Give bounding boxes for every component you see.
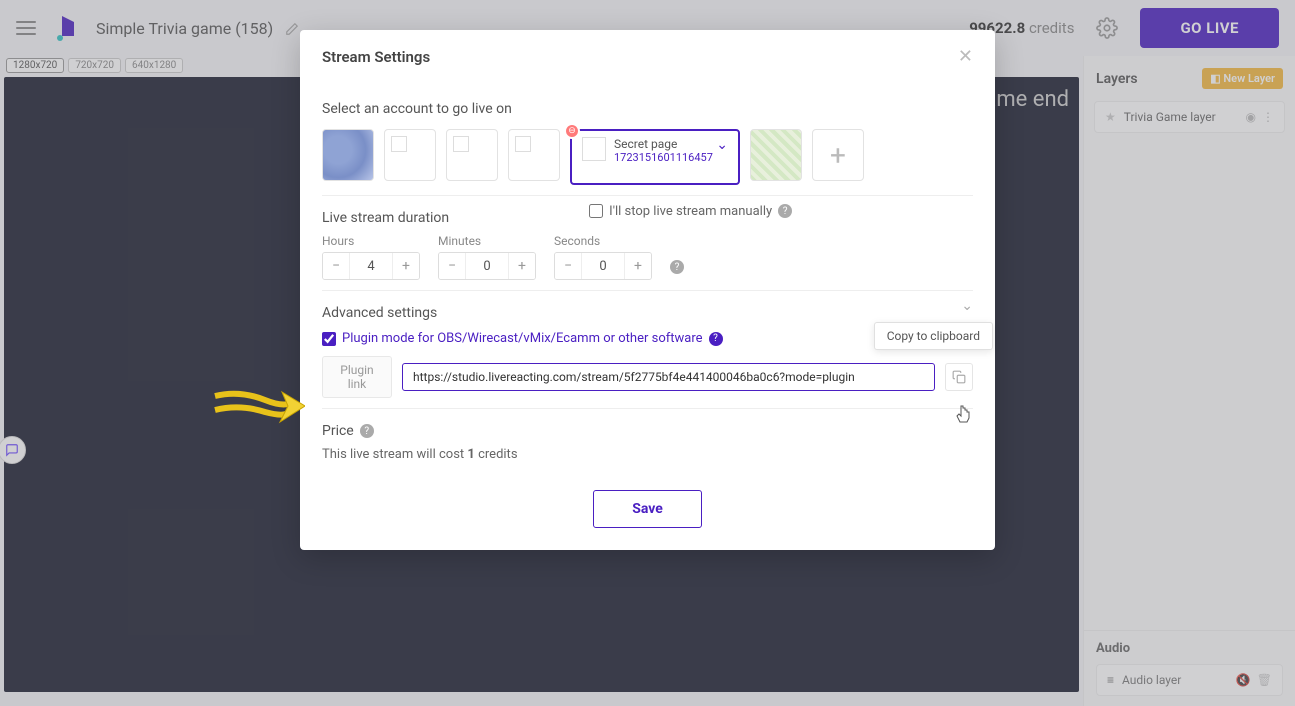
price-pre: This live stream will cost — [322, 447, 467, 462]
seconds-label: Seconds — [554, 234, 652, 248]
plugin-mode-label[interactable]: Plugin mode for OBS/Wirecast/vMix/Ecamm … — [342, 331, 703, 346]
manual-stop-label: I'll stop live stream manually — [609, 204, 772, 219]
help-icon[interactable]: ? — [709, 332, 723, 346]
decrement-button[interactable]: − — [323, 253, 349, 279]
copy-link-button[interactable] — [945, 363, 973, 391]
decrement-button[interactable]: − — [439, 253, 465, 279]
chevron-down-icon[interactable]: ⌄ — [716, 137, 728, 153]
increment-button[interactable]: + — [509, 253, 535, 279]
accounts-label: Select an account to go live on — [322, 101, 973, 117]
seconds-input[interactable] — [581, 253, 625, 279]
account-option[interactable] — [384, 129, 436, 181]
help-icon[interactable]: ? — [778, 204, 792, 218]
increment-button[interactable]: + — [393, 253, 419, 279]
duration-label: Live stream duration — [322, 210, 449, 226]
account-selected[interactable]: ⊖ Secret page 1723151601116457 ⌄ — [570, 129, 740, 185]
advanced-toggle[interactable]: Advanced settings ⌄ — [322, 291, 973, 321]
manual-stop-input[interactable] — [589, 204, 603, 218]
increment-button[interactable]: + — [625, 253, 651, 279]
price-cost: 1 — [467, 447, 474, 462]
add-account-button[interactable]: + — [812, 129, 864, 181]
minutes-stepper[interactable]: − + — [438, 252, 536, 280]
account-id: 1723151601116457 — [614, 151, 716, 164]
account-thumb — [582, 137, 606, 161]
minutes-label: Minutes — [438, 234, 536, 248]
advanced-label: Advanced settings — [322, 305, 437, 321]
modal-title: Stream Settings — [322, 48, 430, 66]
price-post: credits — [475, 447, 518, 462]
copy-tooltip: Copy to clipboard — [874, 322, 993, 350]
seconds-stepper[interactable]: − + — [554, 252, 652, 280]
help-icon[interactable]: ? — [670, 260, 684, 274]
account-name: Secret page — [614, 137, 716, 151]
account-option[interactable] — [508, 129, 560, 181]
minutes-input[interactable] — [465, 253, 509, 279]
plugin-link-input[interactable] — [402, 363, 935, 391]
plugin-mode-checkbox[interactable] — [322, 332, 336, 346]
help-icon[interactable]: ? — [360, 424, 374, 438]
decrement-button[interactable]: − — [555, 253, 581, 279]
stream-settings-modal: Stream Settings ✕ Select an account to g… — [300, 30, 995, 550]
account-option[interactable] — [322, 129, 374, 181]
account-option[interactable] — [750, 129, 802, 181]
hours-input[interactable] — [349, 253, 393, 279]
price-text: This live stream will cost 1 credits — [322, 447, 973, 462]
account-option[interactable] — [446, 129, 498, 181]
save-button[interactable]: Save — [593, 490, 702, 528]
hours-label: Hours — [322, 234, 420, 248]
manual-stop-checkbox[interactable]: I'll stop live stream manually ? — [589, 204, 792, 219]
close-modal-button[interactable]: ✕ — [958, 46, 973, 67]
hours-stepper[interactable]: − + — [322, 252, 420, 280]
plugin-link-label: Plugin link — [322, 356, 392, 398]
price-label: Price — [322, 423, 354, 439]
remove-account-icon[interactable]: ⊖ — [564, 123, 580, 139]
annotation-arrow — [210, 388, 305, 428]
chevron-down-icon: ⌄ — [961, 298, 973, 314]
